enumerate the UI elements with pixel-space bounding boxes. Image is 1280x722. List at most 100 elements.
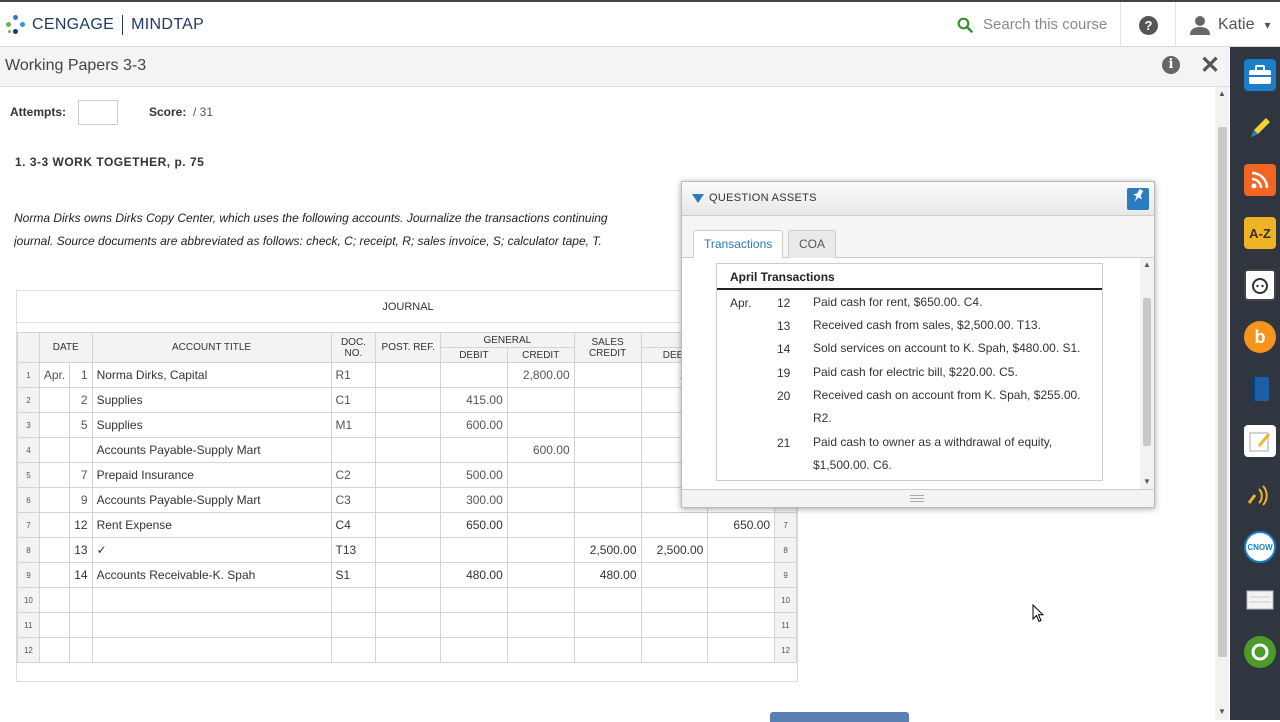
- post-ref-cell[interactable]: [375, 637, 442, 663]
- notebook-icon[interactable]: [1244, 584, 1276, 616]
- doc-no-cell[interactable]: C1: [330, 387, 377, 413]
- doc-no-cell[interactable]: [330, 437, 377, 463]
- date-month-cell[interactable]: [38, 437, 71, 463]
- post-ref-cell[interactable]: [375, 587, 442, 613]
- post-ref-cell[interactable]: [375, 412, 442, 438]
- date-month-cell[interactable]: [38, 387, 71, 413]
- asset-scrollbar[interactable]: ▲ ▼: [1140, 258, 1154, 489]
- sales-credit-cell[interactable]: [573, 437, 642, 463]
- rss-icon[interactable]: [1244, 164, 1276, 196]
- general-debit-cell[interactable]: 480.00: [440, 562, 508, 588]
- timer-icon[interactable]: [1244, 269, 1276, 301]
- date-month-cell[interactable]: [38, 587, 71, 613]
- sales-credit-cell[interactable]: [573, 412, 642, 438]
- account-title-cell[interactable]: [91, 587, 332, 613]
- account-title-cell[interactable]: Accounts Payable-Supply Mart: [91, 487, 332, 513]
- tab-transactions[interactable]: Transactions: [693, 230, 784, 259]
- post-ref-cell[interactable]: [375, 512, 442, 538]
- sales-credit-cell[interactable]: [573, 587, 642, 613]
- general-debit-cell[interactable]: 600.00: [440, 412, 508, 438]
- book-icon[interactable]: [1244, 373, 1276, 405]
- cash-debit-cell[interactable]: [640, 637, 709, 663]
- general-debit-cell[interactable]: 500.00: [440, 462, 508, 488]
- post-ref-cell[interactable]: [375, 437, 442, 463]
- date-day-cell[interactable]: 12: [69, 512, 93, 538]
- account-title-cell[interactable]: Accounts Payable-Supply Mart: [91, 437, 332, 463]
- general-debit-cell[interactable]: [440, 437, 508, 463]
- date-month-cell[interactable]: [38, 537, 71, 563]
- cengage-logo[interactable]: CENGAGE MINDTAP: [6, 15, 204, 35]
- post-ref-cell[interactable]: [375, 487, 442, 513]
- date-day-cell[interactable]: 9: [69, 487, 93, 513]
- tab-coa[interactable]: COA: [788, 230, 837, 258]
- doc-no-cell[interactable]: C2: [330, 462, 377, 488]
- scroll-down-icon[interactable]: ▼: [1218, 707, 1226, 716]
- date-day-cell[interactable]: [69, 612, 93, 638]
- sales-credit-cell[interactable]: [573, 362, 642, 388]
- general-debit-cell[interactable]: 300.00: [440, 487, 508, 513]
- check-my-work-button[interactable]: [770, 712, 909, 722]
- course-search[interactable]: Search this course: [957, 16, 1107, 33]
- cash-credit-cell[interactable]: [707, 587, 776, 613]
- general-debit-cell[interactable]: [440, 587, 508, 613]
- post-ref-cell[interactable]: [375, 562, 442, 588]
- account-title-cell[interactable]: Supplies: [91, 412, 332, 438]
- scroll-up-icon[interactable]: ▲: [1143, 260, 1151, 269]
- general-credit-cell[interactable]: [506, 387, 575, 413]
- date-day-cell[interactable]: 2: [69, 387, 93, 413]
- doc-no-cell[interactable]: C4: [330, 512, 377, 538]
- sales-credit-cell[interactable]: 480.00: [573, 562, 642, 588]
- cash-credit-cell[interactable]: [707, 562, 776, 588]
- general-credit-cell[interactable]: [506, 612, 575, 638]
- general-debit-cell[interactable]: [440, 637, 508, 663]
- general-debit-cell[interactable]: 415.00: [440, 387, 508, 413]
- date-month-cell[interactable]: [38, 562, 71, 588]
- account-title-cell[interactable]: Norma Dirks, Capital: [91, 362, 332, 388]
- audio-icon[interactable]: [1244, 479, 1276, 511]
- post-ref-cell[interactable]: [375, 387, 442, 413]
- cash-debit-cell[interactable]: 2,500.00: [640, 537, 709, 563]
- general-credit-cell[interactable]: [506, 587, 575, 613]
- general-credit-cell[interactable]: 600.00: [506, 437, 575, 463]
- date-day-cell[interactable]: 5: [69, 412, 93, 438]
- post-ref-cell[interactable]: [375, 462, 442, 488]
- cash-credit-cell[interactable]: [707, 612, 776, 638]
- cash-debit-cell[interactable]: [640, 612, 709, 638]
- a-z-icon[interactable]: A-Z: [1244, 217, 1276, 249]
- post-ref-cell[interactable]: [375, 362, 442, 388]
- date-month-cell[interactable]: [38, 487, 71, 513]
- date-month-cell[interactable]: [38, 412, 71, 438]
- post-ref-cell[interactable]: [375, 612, 442, 638]
- account-title-cell[interactable]: Accounts Receivable-K. Spah: [91, 562, 332, 588]
- cash-credit-cell[interactable]: [707, 537, 776, 563]
- cash-debit-cell[interactable]: [640, 512, 709, 538]
- date-month-cell[interactable]: [38, 462, 71, 488]
- general-credit-cell[interactable]: [506, 512, 575, 538]
- general-debit-cell[interactable]: [440, 362, 508, 388]
- pin-icon[interactable]: [1127, 188, 1149, 210]
- asset-scroll-thumb[interactable]: [1143, 298, 1151, 446]
- general-credit-cell[interactable]: [506, 562, 575, 588]
- cash-debit-cell[interactable]: [640, 562, 709, 588]
- circle-app-icon[interactable]: [1244, 636, 1276, 668]
- scroll-down-icon[interactable]: ▼: [1143, 477, 1151, 486]
- doc-no-cell[interactable]: S1: [330, 562, 377, 588]
- doc-no-cell[interactable]: [330, 587, 377, 613]
- date-month-cell[interactable]: Apr.: [38, 362, 71, 388]
- sales-credit-cell[interactable]: [573, 612, 642, 638]
- briefcase-icon[interactable]: [1244, 59, 1276, 91]
- sales-credit-cell[interactable]: [573, 512, 642, 538]
- search-input[interactable]: Search this course: [983, 16, 1107, 33]
- info-icon[interactable]: i: [1162, 56, 1180, 74]
- page-scrollbar[interactable]: ▲ ▼: [1215, 87, 1229, 720]
- date-day-cell[interactable]: [69, 587, 93, 613]
- resize-bar[interactable]: [682, 489, 1154, 507]
- general-credit-cell[interactable]: [506, 462, 575, 488]
- date-day-cell[interactable]: 7: [69, 462, 93, 488]
- date-month-cell[interactable]: [38, 637, 71, 663]
- date-day-cell[interactable]: [69, 437, 93, 463]
- account-title-cell[interactable]: Rent Expense: [91, 512, 332, 538]
- close-icon[interactable]: ✕: [1200, 51, 1220, 80]
- sales-credit-cell[interactable]: [573, 387, 642, 413]
- cash-credit-cell[interactable]: 650.00: [707, 512, 776, 538]
